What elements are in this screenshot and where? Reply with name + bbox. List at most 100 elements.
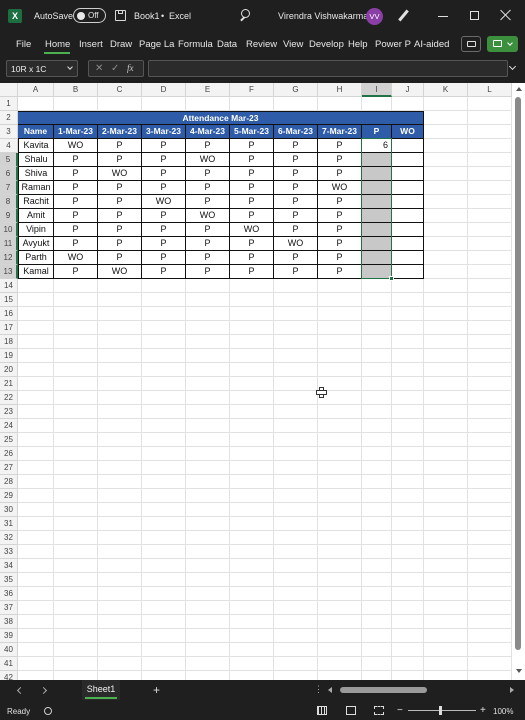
scroll-left-icon[interactable] bbox=[328, 687, 332, 693]
row-header-29[interactable]: 29 bbox=[0, 489, 18, 503]
name-cell[interactable]: Parth bbox=[18, 251, 54, 265]
row-header-18[interactable]: 18 bbox=[0, 335, 18, 349]
row-header-26[interactable]: 26 bbox=[0, 447, 18, 461]
table-cell[interactable]: WO bbox=[186, 153, 230, 167]
tab-developer[interactable]: Develop bbox=[309, 39, 344, 50]
name-cell[interactable]: Shalu bbox=[18, 153, 54, 167]
tab-page-layout[interactable]: Page La bbox=[139, 39, 174, 50]
table-title[interactable]: Attendance Mar-23 bbox=[18, 111, 424, 125]
table-cell[interactable] bbox=[392, 153, 424, 167]
column-header-f[interactable]: F bbox=[230, 83, 274, 97]
prev-sheet-icon[interactable] bbox=[16, 686, 25, 695]
table-cell[interactable]: P bbox=[142, 223, 186, 237]
name-cell[interactable]: Shiva bbox=[18, 167, 54, 181]
row-header-33[interactable]: 33 bbox=[0, 545, 18, 559]
row-header-19[interactable]: 19 bbox=[0, 349, 18, 363]
row-header-35[interactable]: 35 bbox=[0, 573, 18, 587]
table-cell[interactable]: P bbox=[98, 181, 142, 195]
table-header-cell[interactable]: 1-Mar-23 bbox=[54, 125, 98, 139]
row-header-13[interactable]: 13 bbox=[0, 265, 18, 279]
table-cell[interactable]: WO bbox=[54, 251, 98, 265]
horizontal-scrollbar[interactable] bbox=[328, 684, 518, 696]
column-header-h[interactable]: H bbox=[318, 83, 362, 97]
table-cell[interactable]: P bbox=[54, 153, 98, 167]
table-cell[interactable]: P bbox=[318, 195, 362, 209]
row-header-9[interactable]: 9 bbox=[0, 209, 18, 223]
table-cell[interactable]: P bbox=[230, 265, 274, 279]
table-cell[interactable]: P bbox=[54, 181, 98, 195]
name-cell[interactable]: Kamal bbox=[18, 265, 54, 279]
row-header-36[interactable]: 36 bbox=[0, 587, 18, 601]
user-name[interactable]: Virendra Vishwakarma bbox=[278, 11, 368, 21]
pen-icon[interactable] bbox=[398, 9, 409, 22]
column-header-g[interactable]: G bbox=[274, 83, 318, 97]
row-header-10[interactable]: 10 bbox=[0, 223, 18, 237]
zoom-slider[interactable] bbox=[408, 706, 476, 715]
table-cell[interactable]: P bbox=[186, 181, 230, 195]
table-cell[interactable]: WO bbox=[98, 167, 142, 181]
table-cell[interactable]: P bbox=[98, 209, 142, 223]
fill-handle[interactable] bbox=[389, 276, 394, 281]
table-cell[interactable] bbox=[392, 251, 424, 265]
row-header-3[interactable]: 3 bbox=[0, 125, 18, 139]
column-header-l[interactable]: L bbox=[468, 83, 512, 97]
tab-insert[interactable]: Insert bbox=[79, 39, 103, 50]
row-header-12[interactable]: 12 bbox=[0, 251, 18, 265]
table-header-cell[interactable]: Name bbox=[18, 125, 54, 139]
scroll-down-icon[interactable] bbox=[516, 669, 522, 673]
table-cell[interactable]: P bbox=[54, 195, 98, 209]
table-cell[interactable]: P bbox=[54, 223, 98, 237]
chevron-down-icon[interactable] bbox=[67, 64, 73, 70]
table-cell[interactable]: P bbox=[98, 251, 142, 265]
more-options-icon[interactable]: ⋮ bbox=[314, 684, 323, 695]
table-header-cell[interactable]: WO bbox=[392, 125, 424, 139]
minimize-icon[interactable] bbox=[438, 16, 448, 17]
table-cell[interactable]: WO bbox=[186, 209, 230, 223]
table-cell[interactable]: P bbox=[142, 167, 186, 181]
column-header-d[interactable]: D bbox=[142, 83, 186, 97]
page-break-view-icon[interactable] bbox=[374, 706, 384, 715]
row-header-28[interactable]: 28 bbox=[0, 475, 18, 489]
table-cell[interactable]: P bbox=[54, 237, 98, 251]
table-cell[interactable] bbox=[392, 167, 424, 181]
tab-file[interactable]: File bbox=[16, 39, 31, 50]
table-cell[interactable]: P bbox=[274, 167, 318, 181]
column-header-k[interactable]: K bbox=[424, 83, 468, 97]
tab-power-pivot[interactable]: Power P bbox=[375, 39, 411, 50]
table-cell[interactable]: P bbox=[274, 139, 318, 153]
row-header-42[interactable]: 42 bbox=[0, 671, 18, 680]
row-header-41[interactable]: 41 bbox=[0, 657, 18, 671]
maximize-icon[interactable] bbox=[470, 11, 479, 20]
table-cell[interactable]: P bbox=[230, 195, 274, 209]
table-cell[interactable] bbox=[392, 139, 424, 153]
cancel-icon[interactable]: ✕ bbox=[95, 63, 103, 74]
table-cell[interactable] bbox=[392, 265, 424, 279]
table-cell[interactable]: P bbox=[142, 237, 186, 251]
tab-draw[interactable]: Draw bbox=[110, 39, 132, 50]
row-header-17[interactable]: 17 bbox=[0, 321, 18, 335]
row-header-6[interactable]: 6 bbox=[0, 167, 18, 181]
check-icon[interactable]: ✓ bbox=[111, 63, 119, 74]
table-cell[interactable]: P bbox=[142, 265, 186, 279]
table-cell[interactable] bbox=[392, 181, 424, 195]
table-cell[interactable]: P bbox=[274, 251, 318, 265]
row-header-27[interactable]: 27 bbox=[0, 461, 18, 475]
table-cell[interactable]: P bbox=[186, 167, 230, 181]
table-cell[interactable]: P bbox=[318, 223, 362, 237]
row-header-38[interactable]: 38 bbox=[0, 615, 18, 629]
sheet-tab-sheet1[interactable]: Sheet1 bbox=[82, 680, 120, 700]
accessibility-icon[interactable] bbox=[44, 707, 52, 715]
zoom-out-icon[interactable]: − bbox=[397, 705, 403, 716]
column-header-e[interactable]: E bbox=[186, 83, 230, 97]
table-cell[interactable]: P bbox=[98, 237, 142, 251]
table-cell[interactable]: P bbox=[274, 265, 318, 279]
vertical-scrollbar[interactable] bbox=[512, 83, 525, 680]
column-header-j[interactable]: J bbox=[392, 83, 424, 97]
table-cell[interactable]: P bbox=[98, 153, 142, 167]
table-header-cell[interactable]: 3-Mar-23 bbox=[142, 125, 186, 139]
tab-help[interactable]: Help bbox=[348, 39, 368, 50]
row-header-40[interactable]: 40 bbox=[0, 643, 18, 657]
table-cell[interactable] bbox=[392, 223, 424, 237]
table-cell[interactable]: P bbox=[186, 265, 230, 279]
table-cell[interactable]: P bbox=[274, 209, 318, 223]
